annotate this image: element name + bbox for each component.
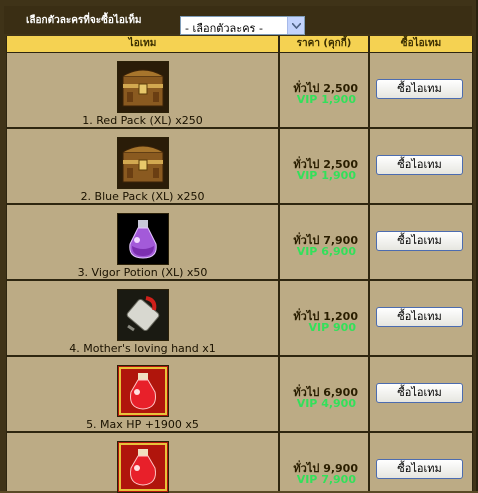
table-row-price-cell: ทั่วไป 6,900 VIP 4,900 [280,357,368,431]
table-row-price-cell: ทั่วไป 9,900 VIP 7,900 [280,433,368,491]
character-select-bar: เลือกตัวละครที่จะซื้อไอเท็ม - เลือกตัวละ… [4,6,472,35]
item-name: 2. Blue Pack (XL) x250 [80,190,205,203]
header-buy: ซื้อไอเทม [370,36,472,52]
table-row-item-cell: 5. Max HP +1900 x5 [7,357,278,431]
table-row-price-cell: ทั่วไป 7,900 VIP 6,900 [280,205,368,279]
red-potion-icon [116,365,169,417]
treasure-chest-icon [116,137,169,189]
item-name: 1. Red Pack (XL) x250 [82,114,203,127]
table-row-buy-cell: ซื้อไอเทม [370,357,472,431]
item-name: 5. Max HP +1900 x5 [86,418,199,431]
table-row-buy-cell: ซื้อไอเทม [370,205,472,279]
buy-item-button[interactable]: ซื้อไอเทม [376,79,463,99]
buy-item-button[interactable]: ซื้อไอเทม [376,155,463,175]
vip-price: VIP 1,900 [296,169,356,182]
table-row-item-cell: 1. Red Pack (XL) x250 [7,53,278,127]
buy-item-button[interactable]: ซื้อไอเทม [376,383,463,403]
character-select-label: เลือกตัวละครที่จะซื้อไอเท็ม [26,15,142,26]
table-row-price-cell: ทั่วไป 2,500 VIP 1,900 [280,53,368,127]
vip-price: VIP 1,900 [296,93,356,106]
item-shop-panel: เลือกตัวละครที่จะซื้อไอเท็ม - เลือกตัวละ… [0,0,478,493]
item-name: 3. Vigor Potion (XL) x50 [77,266,208,279]
scroll-icon [116,289,169,341]
table-row-item-cell: 4. Mother's loving hand x1 [7,281,278,355]
item-table: ไอเทม ราคา (คุกกี้) ซื้อไอเทม 1. Red Pac… [6,36,473,493]
header-price: ราคา (คุกกี้) [280,36,368,52]
vip-price: VIP 7,900 [296,473,356,486]
vip-price: VIP 6,900 [296,245,356,258]
chevron-down-icon[interactable] [287,17,304,34]
item-name: 4. Mother's loving hand x1 [69,342,216,355]
table-row-item-cell: 3. Vigor Potion (XL) x50 [7,205,278,279]
buy-item-button[interactable]: ซื้อไอเทม [376,459,463,479]
table-row-item-cell: 2. Blue Pack (XL) x250 [7,129,278,203]
character-select-value: - เลือกตัวละคร - [185,22,263,35]
purple-potion-icon [116,213,169,265]
red-potion-icon [116,441,169,493]
table-row-buy-cell: ซื้อไอเทม [370,53,472,127]
vip-price: VIP 4,900 [296,397,356,410]
table-row-item-cell [7,433,278,493]
vip-price: VIP 900 [308,321,356,334]
buy-item-button[interactable]: ซื้อไอเทม [376,231,463,251]
buy-item-button[interactable]: ซื้อไอเทม [376,307,463,327]
header-item: ไอเทม [7,36,278,52]
treasure-chest-icon [116,61,169,113]
table-row-buy-cell: ซื้อไอเทม [370,129,472,203]
table-row-price-cell: ทั่วไป 2,500 VIP 1,900 [280,129,368,203]
table-row-buy-cell: ซื้อไอเทม [370,281,472,355]
table-row-buy-cell: ซื้อไอเทม [370,433,472,491]
character-select-dropdown[interactable]: - เลือกตัวละคร - [180,16,305,35]
table-row-price-cell: ทั่วไป 1,200 VIP 900 [280,281,368,355]
